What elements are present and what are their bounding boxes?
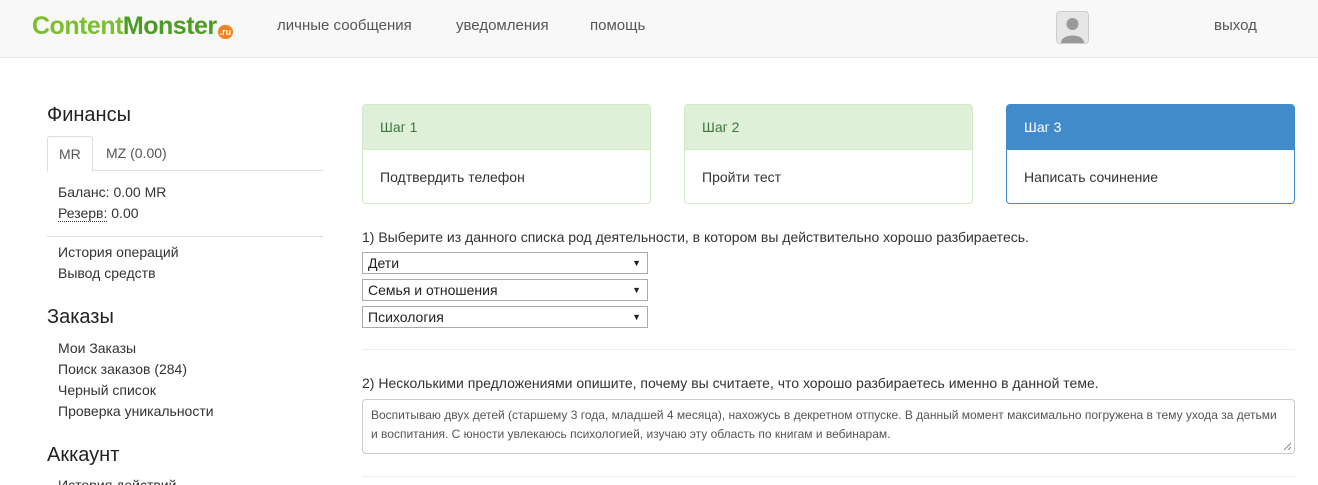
sidebar-item-search-orders[interactable]: Поиск заказов (284) [58, 361, 187, 377]
account-heading: Аккаунт [47, 444, 120, 466]
tab-mz[interactable]: MZ (0.00) [95, 136, 178, 171]
step-3-title: Шаг 3 [1007, 105, 1294, 150]
logo-ru-badge: .ru [217, 25, 234, 39]
nav-notifications-link[interactable]: уведомления [456, 17, 549, 34]
reserve-value: 0.00 [107, 205, 139, 221]
dropdown-arrow-icon: ▼ [632, 285, 641, 295]
activity-select-2[interactable]: Семья и отношения ▼ [362, 279, 648, 301]
activity-select-1[interactable]: Дети ▼ [362, 252, 648, 274]
reserve-row: Резерв: 0.00 [58, 205, 139, 222]
sidebar-divider [47, 236, 323, 237]
dropdown-arrow-icon: ▼ [632, 312, 641, 322]
activity-select-3[interactable]: Психология ▼ [362, 306, 648, 328]
step-1-text: Подтвердить телефон [380, 169, 525, 185]
question-1-label: 1) Выберите из данного списка род деятел… [362, 229, 1029, 245]
answer-text: Воспитываю двух детей (старшему 3 года, … [371, 408, 1277, 441]
user-avatar-icon[interactable] [1056, 11, 1089, 44]
question-2-label: 2) Несколькими предложениями опишите, по… [362, 375, 1099, 391]
step-3-text: Написать сочинение [1024, 169, 1158, 185]
form-divider-bottom [362, 476, 1295, 477]
nav-messages-link[interactable]: личные сообщения [277, 17, 412, 34]
sidebar-item-uniqueness-check[interactable]: Проверка уникальности [58, 403, 214, 419]
dropdown-arrow-icon: ▼ [632, 258, 641, 268]
logo-part-monster: Monster [122, 12, 217, 40]
currency-tabs: MR MZ (0.00) [47, 136, 323, 172]
activity-select-1-value: Дети [368, 255, 400, 271]
sidebar-item-blacklist[interactable]: Черный список [58, 382, 156, 398]
reserve-label[interactable]: Резерв: [58, 205, 108, 222]
step-2-text: Пройти тест [702, 169, 782, 185]
step-1-panel: Шаг 1 Подтвердить телефон [362, 104, 651, 204]
activity-select-3-value: Психология [368, 309, 444, 325]
sidebar-item-action-history[interactable]: История действий [58, 477, 176, 485]
step-2-title: Шаг 2 [685, 105, 972, 150]
step-2-panel: Шаг 2 Пройти тест [684, 104, 973, 204]
orders-heading: Заказы [47, 306, 114, 328]
sidebar-item-my-orders[interactable]: Мои Заказы [58, 340, 136, 356]
resize-handle-icon[interactable] [1283, 442, 1291, 450]
answer-textarea[interactable]: Воспитываю двух детей (старшему 3 года, … [362, 399, 1295, 454]
top-navbar: Content Monster .ru личные сообщения уведо… [0, 0, 1318, 58]
form-divider [362, 349, 1295, 350]
activity-select-2-value: Семья и отношения [368, 282, 498, 298]
logo-part-content: Content [32, 12, 123, 40]
balance-text: Баланс: 0.00 MR [58, 184, 167, 200]
nav-help-link[interactable]: помощь [590, 17, 645, 34]
site-logo[interactable]: Content Monster .ru [32, 12, 234, 42]
tab-mr[interactable]: MR [47, 136, 93, 172]
step-1-title: Шаг 1 [363, 105, 650, 150]
step-3-panel: Шаг 3 Написать сочинение [1006, 104, 1295, 204]
sidebar-item-withdraw[interactable]: Вывод средств [58, 265, 156, 281]
sidebar-item-operations-history[interactable]: История операций [58, 244, 179, 260]
finance-heading: Финансы [47, 104, 131, 126]
logout-link[interactable]: выход [1214, 17, 1257, 34]
